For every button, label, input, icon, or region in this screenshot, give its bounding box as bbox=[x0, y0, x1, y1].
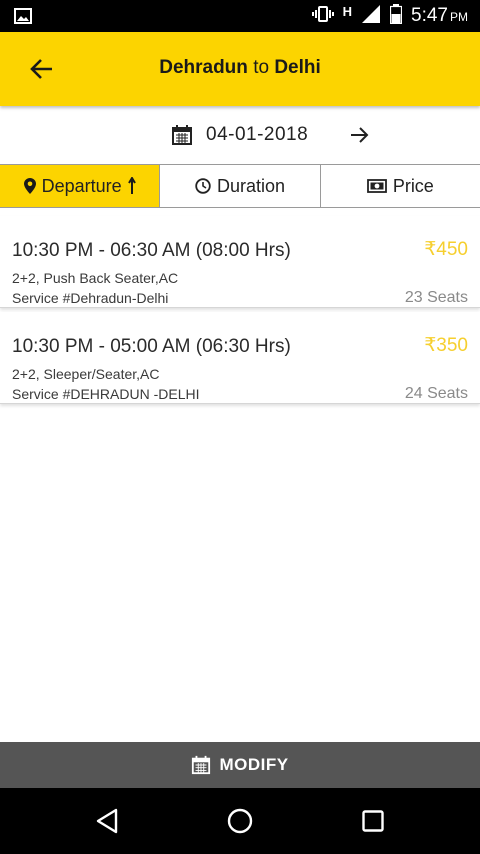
bus-type: 2+2, Sleeper/Seater,AC bbox=[12, 366, 160, 382]
fare-price: ₹450 bbox=[424, 239, 468, 260]
clock-icon bbox=[195, 178, 211, 194]
bus-timing: 10:30 PM - 05:00 AM (06:30 Hrs) bbox=[12, 336, 291, 358]
time-separator: - bbox=[98, 240, 105, 261]
next-date-button[interactable] bbox=[346, 121, 374, 149]
seats-available: 24 Seats bbox=[404, 385, 468, 402]
seats-available: 23 Seats bbox=[404, 289, 468, 306]
network-type: H bbox=[342, 3, 353, 19]
tab-price[interactable]: Price bbox=[320, 165, 480, 207]
service-name: Service #Dehradun-Delhi bbox=[12, 290, 169, 306]
departure-time: 10:30 PM bbox=[12, 240, 94, 261]
tab-departure[interactable]: Departure bbox=[0, 165, 161, 207]
nav-home-icon[interactable] bbox=[223, 806, 257, 836]
system-nav-bar bbox=[0, 788, 480, 854]
departure-time: 10:30 PM bbox=[12, 336, 94, 357]
fare-price: ₹350 bbox=[424, 335, 468, 356]
tab-duration-label: Duration bbox=[216, 175, 286, 196]
time-separator: - bbox=[98, 336, 105, 357]
nav-recents-icon[interactable] bbox=[356, 806, 390, 836]
clock-time: 5:47 PM bbox=[411, 5, 468, 26]
calendar-icon[interactable] bbox=[171, 124, 193, 151]
modify-label: MODIFY bbox=[219, 755, 289, 774]
trip-duration: (06:30 Hrs) bbox=[195, 336, 291, 357]
status-bar: H 5:47 PM bbox=[0, 0, 480, 32]
banknote-icon bbox=[366, 179, 387, 193]
app-bar: Dehradun to Delhi bbox=[0, 32, 480, 106]
arrival-time: 06:30 AM bbox=[110, 240, 191, 261]
image-icon bbox=[14, 8, 32, 29]
location-pin-icon bbox=[23, 178, 36, 194]
trip-duration: (08:00 Hrs) bbox=[195, 240, 291, 261]
arrival-time: 05:00 AM bbox=[110, 336, 191, 357]
route-from: Dehradun bbox=[159, 57, 248, 78]
route-connector: to bbox=[253, 57, 270, 78]
bus-type: 2+2, Push Back Seater,AC bbox=[12, 270, 179, 286]
date-row: 04-01-2018 bbox=[0, 106, 480, 164]
tab-departure-label: Departure bbox=[41, 175, 122, 196]
battery-icon bbox=[389, 3, 403, 29]
arrow-right-icon bbox=[351, 127, 369, 143]
bus-list-item[interactable]: 10:30 PM - 05:00 AM (06:30 Hrs) ₹350 2+2… bbox=[0, 312, 480, 404]
tab-duration[interactable]: Duration bbox=[160, 165, 321, 207]
route-title: Dehradun to Delhi bbox=[0, 57, 480, 79]
arrow-up-icon bbox=[127, 177, 136, 194]
sort-tabs: Departure Duration Price bbox=[0, 164, 480, 208]
travel-date[interactable]: 04-01-2018 bbox=[206, 124, 308, 146]
service-name: Service #DEHRADUN -DELHI bbox=[12, 386, 200, 402]
bus-timing: 10:30 PM - 06:30 AM (08:00 Hrs) bbox=[12, 240, 291, 262]
vibrate-icon bbox=[311, 5, 334, 28]
route-to: Delhi bbox=[274, 57, 321, 78]
signal-icon bbox=[361, 4, 381, 29]
tab-price-label: Price bbox=[392, 175, 434, 196]
modify-button[interactable]: MODIFY bbox=[0, 742, 480, 788]
nav-back-icon[interactable] bbox=[90, 806, 124, 836]
calendar-icon bbox=[192, 755, 211, 775]
bus-list-item[interactable]: 10:30 PM - 06:30 AM (08:00 Hrs) ₹450 2+2… bbox=[0, 216, 480, 308]
